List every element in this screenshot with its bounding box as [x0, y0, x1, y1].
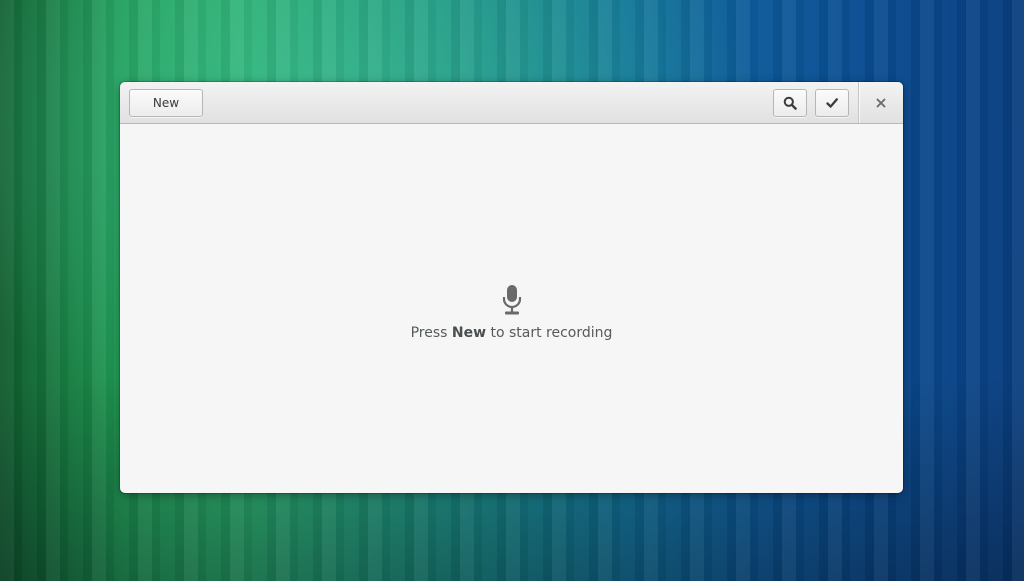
select-button[interactable] — [815, 89, 849, 117]
content-area: Press New to start recording — [120, 124, 903, 493]
search-icon — [783, 96, 797, 110]
header-separator — [858, 82, 859, 123]
desktop-background: New Press New to start recording — [0, 0, 1024, 581]
new-button-label: New — [152, 96, 180, 110]
empty-state-text-bold: New — [451, 325, 487, 341]
empty-state: Press New to start recording — [120, 284, 903, 341]
checkmark-icon — [826, 97, 838, 109]
new-button[interactable]: New — [129, 89, 203, 117]
close-button[interactable] — [865, 89, 897, 117]
empty-state-text-before: Press — [410, 325, 452, 341]
app-window: New Press New to start recording — [120, 82, 903, 493]
microphone-icon — [501, 284, 523, 316]
close-icon — [876, 98, 886, 108]
search-button[interactable] — [773, 89, 807, 117]
header-bar: New — [120, 82, 903, 124]
empty-state-message: Press New to start recording — [411, 325, 613, 341]
empty-state-text-after: to start recording — [486, 325, 613, 341]
